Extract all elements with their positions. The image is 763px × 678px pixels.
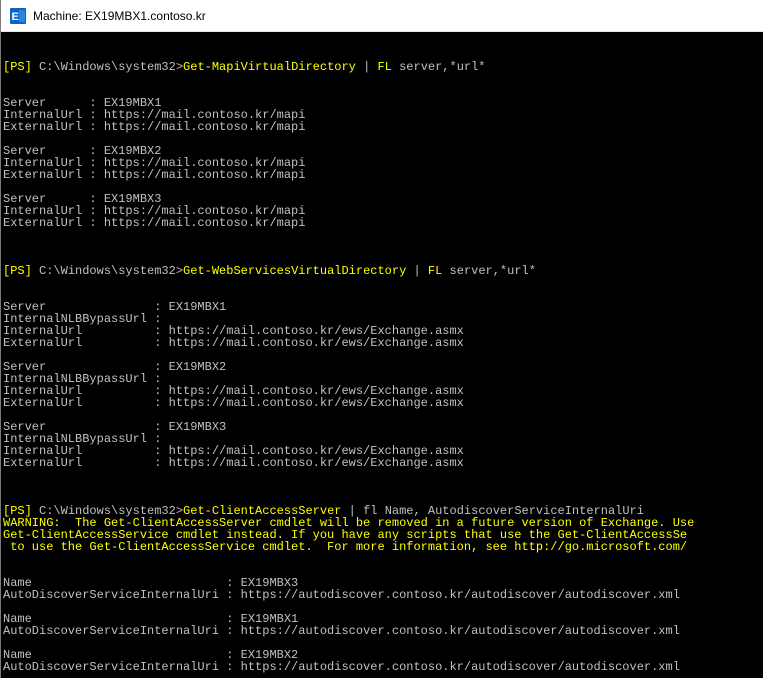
warning-line: to use the Get-ClientAccessService cmdle… xyxy=(3,540,688,554)
ps-prompt: [PS] xyxy=(3,264,32,278)
cmdlet-name: Get-WebServicesVirtualDirectory xyxy=(183,264,407,278)
output-line: ExternalUrl : https://mail.contoso.kr/ma… xyxy=(3,216,306,230)
format-list-cmdlet: FL xyxy=(377,60,392,74)
exchange-management-shell-icon: E xyxy=(10,7,26,24)
format-list-cmdlet: FL xyxy=(427,264,443,278)
prompt-path: C:\Windows\system32> xyxy=(31,264,184,278)
exchange-shell-window: E Machine: EX19MBX1.contoso.kr [PS] C:\W… xyxy=(0,0,763,678)
cmdlet-name: Get-MapiVirtualDirectory xyxy=(183,60,356,74)
output-line: AutoDiscoverServiceInternalUri : https:/… xyxy=(3,624,680,638)
command-line: [PS] C:\Windows\system32>Get-MapiVirtual… xyxy=(1,61,763,73)
svg-text:E: E xyxy=(12,11,19,23)
window-title: Machine: EX19MBX1.contoso.kr xyxy=(33,8,206,23)
ps-prompt: [PS] xyxy=(3,60,32,74)
output-line: ExternalUrl : https://mail.contoso.kr/ew… xyxy=(3,396,464,410)
prompt-path: C:\Windows\system32> xyxy=(31,60,184,74)
output-line: ExternalUrl : https://mail.contoso.kr/ew… xyxy=(3,456,464,470)
output-line: AutoDiscoverServiceInternalUri : https:/… xyxy=(3,588,680,602)
pipe-operator: | xyxy=(355,60,378,74)
cmdlet-arguments: server,*url* xyxy=(442,264,536,278)
console-output[interactable]: [PS] C:\Windows\system32>Get-MapiVirtual… xyxy=(1,32,763,678)
output-line: ExternalUrl : https://mail.contoso.kr/ew… xyxy=(3,336,464,350)
pipe-operator: | xyxy=(406,264,428,278)
output-line: ExternalUrl : https://mail.contoso.kr/ma… xyxy=(3,120,306,134)
output-line: ExternalUrl : https://mail.contoso.kr/ma… xyxy=(3,168,306,182)
output-line: AutoDiscoverServiceInternalUri : https:/… xyxy=(3,660,680,674)
cmdlet-arguments: server,*url* xyxy=(391,60,486,74)
title-bar[interactable]: E Machine: EX19MBX1.contoso.kr xyxy=(1,0,763,32)
command-line: [PS] C:\Windows\system32>Get-WebServices… xyxy=(1,265,763,277)
